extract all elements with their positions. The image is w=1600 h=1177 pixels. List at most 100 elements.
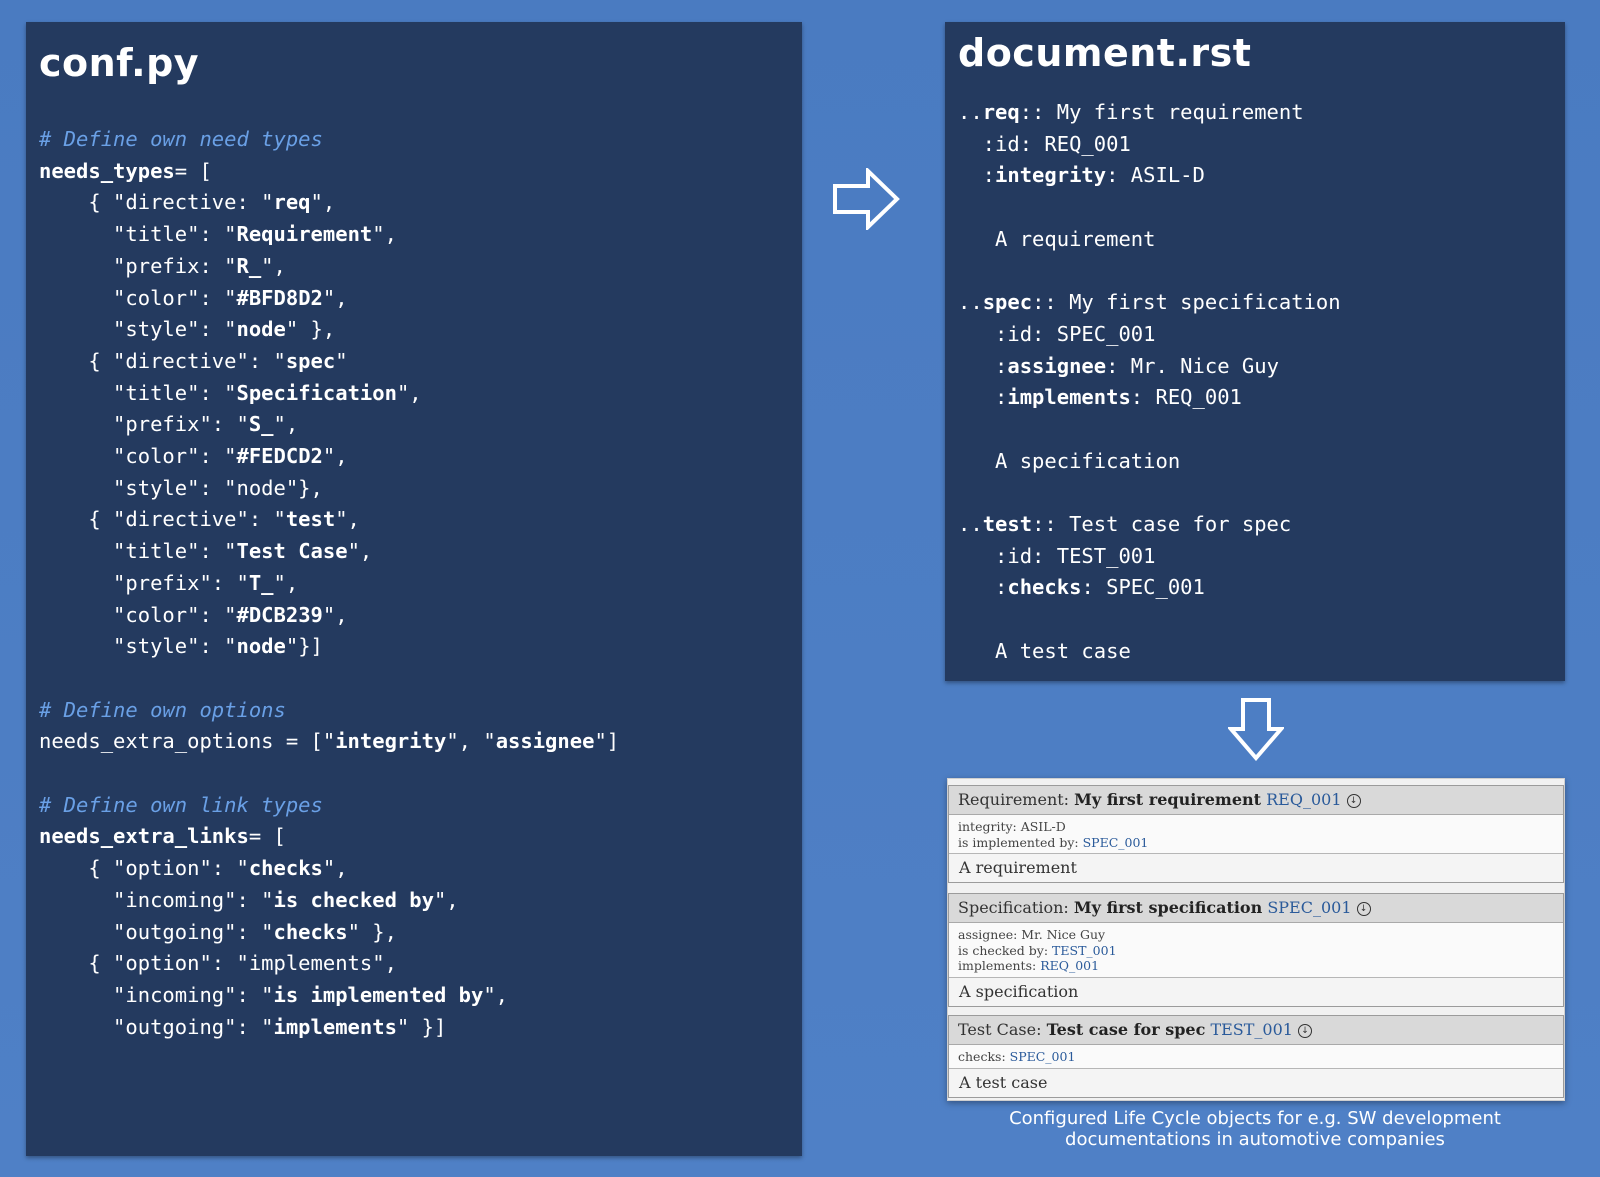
code-text: { "directive": "	[39, 348, 286, 373]
need-header: Test Case: Test case for spec TEST_001 ↓	[949, 1016, 1563, 1045]
document-rst-code: ..req:: My first requirement :id: REQ_00…	[958, 97, 1341, 668]
need-id-link[interactable]: SPEC_001	[1267, 898, 1351, 917]
code-text: "outgoing": "	[39, 1014, 274, 1039]
code-text: "incoming": "	[39, 982, 274, 1007]
code-text: "style": "node"},	[39, 475, 323, 500]
code-keyword: test	[982, 512, 1033, 537]
code-text: "]	[594, 729, 620, 754]
code-keyword: spec	[982, 290, 1033, 315]
need-requirement: Requirement: My first requirement REQ_00…	[948, 785, 1564, 883]
document-rst-panel: document.rst ..req:: My first requiremen…	[945, 22, 1565, 681]
code-text: " }]	[396, 1014, 447, 1039]
conf-code-line: "outgoing": "checks" },	[39, 917, 619, 949]
download-circle-icon[interactable]: ↓	[1297, 1024, 1312, 1038]
code-text: = [	[248, 824, 286, 849]
conf-code-line: "title": "Requirement",	[39, 219, 619, 251]
conf-comment-line: # Define own need types	[39, 127, 323, 151]
caption-line-2: documentations in automotive companies	[1065, 1129, 1445, 1150]
rst-code-line: :id: TEST_001	[958, 541, 1341, 573]
code-text: "title": "	[39, 539, 237, 564]
code-text: : ASIL-D	[1106, 163, 1205, 188]
code-keyword: #DCB239	[236, 602, 323, 627]
conf-py-code: # Define own need types needs_types= [ { …	[39, 124, 619, 1043]
conf-code-line: "prefix": "S_",	[39, 409, 619, 441]
conf-code-line: "prefix": "T_",	[39, 568, 619, 600]
meta-link[interactable]: REQ_001	[1040, 958, 1099, 973]
code-text: :	[958, 575, 1008, 600]
code-keyword: assignee	[1007, 353, 1107, 378]
code-text: :id: SPEC_001	[958, 321, 1156, 346]
rst-code-line: :checks: SPEC_001	[958, 572, 1341, 604]
need-content: A specification	[949, 977, 1563, 1006]
code-text: "prefix": "	[39, 570, 249, 595]
code-keyword: assignee	[495, 729, 595, 754]
code-keyword: integrity	[995, 163, 1107, 188]
code-text: ",	[261, 253, 286, 278]
code-text: " },	[347, 919, 397, 944]
code-keyword: #BFD8D2	[236, 285, 323, 310]
conf-code-line: "incoming": "is checked by",	[39, 885, 619, 917]
conf-code-line: "title": "Specification",	[39, 378, 619, 410]
need-type-label: Test Case:	[958, 1020, 1042, 1039]
code-keyword: Requirement	[236, 222, 373, 247]
need-meta-integrity: integrity: ASIL-D	[958, 819, 1066, 834]
code-keyword: test	[285, 507, 336, 532]
conf-code-line: "color": "#FEDCD2",	[39, 441, 619, 473]
down-arrow-outline-icon	[1228, 698, 1284, 761]
need-specification: Specification: My first specification SP…	[948, 893, 1564, 1007]
code-text: "color": "	[39, 444, 237, 469]
need-type-label: Requirement:	[958, 790, 1070, 809]
conf-code-line: "incoming": "is implemented by",	[39, 980, 619, 1012]
rendered-needs-output: Requirement: My first requirement REQ_00…	[947, 778, 1565, 1101]
caption: Configured Life Cycle objects for e.g. S…	[945, 1108, 1565, 1150]
rst-code-line: :assignee: Mr. Nice Guy	[958, 351, 1341, 383]
code-text: ", "	[446, 729, 496, 754]
code-text: : SPEC_001	[1081, 575, 1205, 600]
right-arrow-outline-icon	[833, 168, 900, 230]
need-meta: integrity: ASIL-D is implemented by: SPE…	[949, 815, 1563, 854]
code-text: needs_extra_options = ["	[39, 729, 336, 754]
conf-code-line: "style": "node"},	[39, 473, 619, 505]
meta-link[interactable]: SPEC_001	[1083, 835, 1149, 850]
rst-code-line: :implements: REQ_001	[958, 382, 1341, 414]
download-circle-icon[interactable]: ↓	[1346, 794, 1361, 808]
document-rst-title: document.rst	[958, 31, 1252, 75]
meta-link[interactable]: SPEC_001	[1010, 1049, 1076, 1064]
code-text: :: Test case for spec	[1032, 512, 1292, 537]
conf-code-line: needs_extra_links= [	[39, 821, 619, 853]
code-text: "incoming": "	[39, 887, 274, 912]
conf-code-line: "style": "node"}]	[39, 631, 619, 663]
rst-code-line: A requirement	[958, 224, 1341, 256]
code-text: :id: REQ_001	[958, 131, 1131, 156]
rst-code-line: ..spec:: My first specification	[958, 287, 1341, 319]
meta-link[interactable]: TEST_001	[1052, 943, 1116, 958]
code-text: ",	[372, 222, 397, 247]
need-id-link[interactable]: REQ_001	[1266, 790, 1341, 809]
code-text: = [	[174, 158, 212, 183]
code-text: "}]	[285, 634, 323, 659]
conf-comment-line: # Define own link types	[39, 792, 323, 817]
code-text: A specification	[958, 448, 1181, 473]
need-title: My first requirement	[1074, 790, 1262, 809]
code-text: "title": "	[39, 222, 237, 247]
code-text: A test case	[958, 638, 1131, 663]
conf-comment-line: # Define own options	[39, 697, 286, 722]
need-header: Specification: My first specification SP…	[949, 894, 1563, 923]
conf-code-line: { "option": "checks",	[39, 853, 619, 885]
code-text: ",	[322, 856, 348, 881]
download-circle-icon[interactable]: ↓	[1356, 902, 1371, 916]
code-keyword: req	[273, 190, 311, 215]
code-keyword: Specification	[236, 380, 397, 405]
code-text: :	[958, 163, 996, 188]
code-keyword: Test Case	[236, 539, 348, 564]
need-meta: assignee: Mr. Nice Guy is checked by: TE…	[949, 923, 1563, 978]
rst-code-line: ..test:: Test case for spec	[958, 509, 1341, 541]
need-type-label: Specification:	[958, 898, 1069, 917]
conf-code-line: "color": "#BFD8D2",	[39, 283, 619, 315]
meta-label: implements:	[958, 958, 1037, 973]
need-id-link[interactable]: TEST_001	[1210, 1020, 1293, 1039]
code-keyword: R_	[236, 253, 262, 278]
